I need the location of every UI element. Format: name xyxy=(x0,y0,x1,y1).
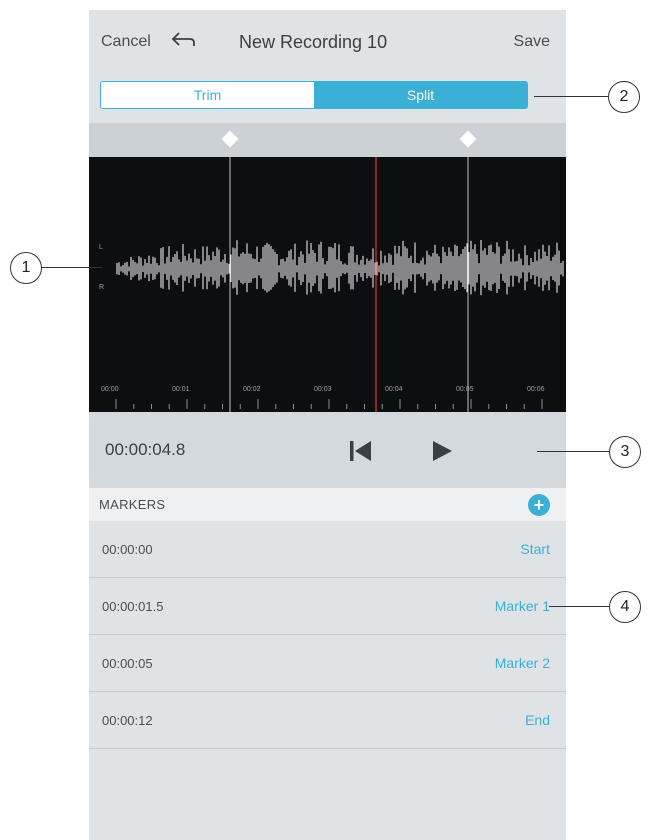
add-marker-button[interactable]: + xyxy=(528,494,550,516)
trim-split-toggle: Trim Split xyxy=(100,81,528,109)
split-handle-right[interactable] xyxy=(459,130,477,148)
time-ruler: 00:00 00:01 00:02 00:03 00:04 00:05 00:0… xyxy=(101,386,545,409)
split-handle-left[interactable] xyxy=(221,130,239,148)
marker-label[interactable]: Marker 2 xyxy=(495,655,550,671)
marker-label[interactable]: End xyxy=(525,712,550,728)
callout-line-2 xyxy=(534,96,608,98)
callout-line-4 xyxy=(549,606,609,608)
nav-header: Cancel New Recording 10 Save xyxy=(89,10,566,78)
recording-editor-screen: Cancel New Recording 10 Save Trim Split … xyxy=(89,10,566,840)
play-icon[interactable] xyxy=(429,438,455,464)
callout-4: 4 xyxy=(609,591,641,623)
marker-label[interactable]: Marker 1 xyxy=(495,598,550,614)
right-channel-label: R xyxy=(99,284,104,291)
waveform-bars xyxy=(116,239,564,296)
tick-label: 00:01 xyxy=(172,386,190,393)
save-button[interactable]: Save xyxy=(514,33,550,51)
callout-line-1 xyxy=(40,267,102,269)
page-title: New Recording 10 xyxy=(239,32,388,52)
markers-header: MARKERS + xyxy=(89,488,566,521)
current-time: 00:00:04.8 xyxy=(105,440,186,459)
tick-label: 00:02 xyxy=(243,386,261,393)
callout-3: 3 xyxy=(609,436,641,468)
tick-label: 00:03 xyxy=(314,386,332,393)
marker-row-marker-2[interactable]: 00:00:05 Marker 2 xyxy=(89,635,566,692)
callout-1: 1 xyxy=(10,252,42,284)
marker-time: 00:00:05 xyxy=(102,656,153,671)
callout-2: 2 xyxy=(608,81,640,113)
left-channel-label: L xyxy=(99,244,103,251)
trim-tab[interactable]: Trim xyxy=(101,82,314,108)
tick-label: 00:06 xyxy=(527,386,545,393)
skip-to-start-icon[interactable] xyxy=(347,438,373,464)
markers-title: MARKERS xyxy=(99,497,166,512)
waveform-view[interactable]: L R 00:00 00:01 00:02 00:03 00:04 00:05 … xyxy=(89,157,566,412)
cancel-button[interactable]: Cancel xyxy=(101,33,151,51)
marker-label[interactable]: Start xyxy=(520,541,550,557)
marker-time: 00:00:01.5 xyxy=(102,599,164,614)
split-tab[interactable]: Split xyxy=(314,82,527,108)
transport-bar: 00:00:04.8 xyxy=(89,412,566,488)
marker-row-marker-1[interactable]: 00:00:01.5 Marker 1 xyxy=(89,578,566,635)
marker-row-start[interactable]: 00:00:00 Start xyxy=(89,521,566,578)
undo-arrow-icon[interactable] xyxy=(170,30,196,50)
tick-label: 00:00 xyxy=(101,386,119,393)
split-handle-strip xyxy=(89,123,566,157)
marker-list: 00:00:00 Start 00:00:01.5 Marker 1 00:00… xyxy=(89,521,566,749)
marker-time: 00:00:12 xyxy=(102,713,153,728)
tick-label: 00:05 xyxy=(456,386,474,393)
callout-line-3 xyxy=(537,451,609,453)
tick-label: 00:04 xyxy=(385,386,403,393)
marker-row-end[interactable]: 00:00:12 End xyxy=(89,692,566,749)
plus-icon: + xyxy=(533,495,545,515)
marker-time: 00:00:00 xyxy=(102,542,153,557)
